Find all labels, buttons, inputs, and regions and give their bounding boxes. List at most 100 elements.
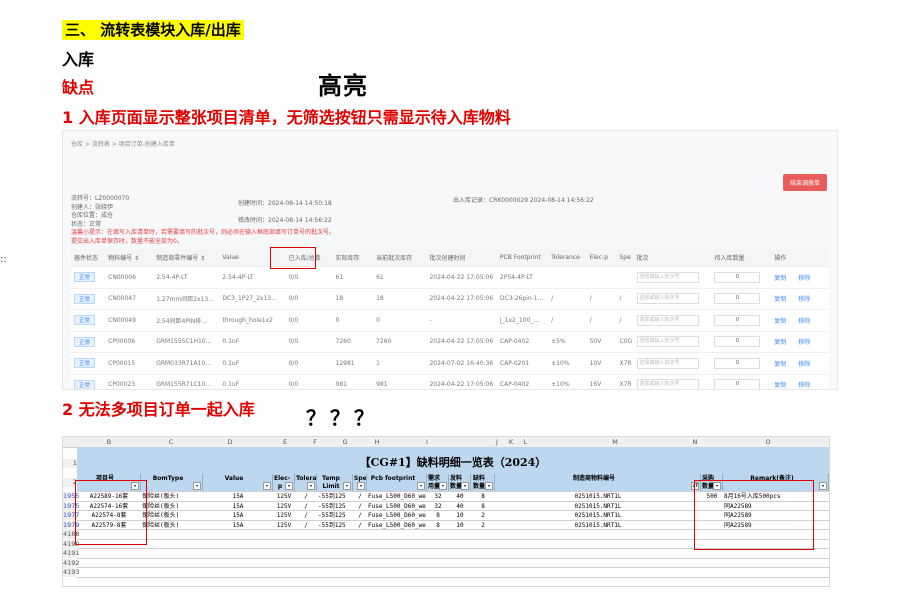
sheet-cell-spe[interactable]: / bbox=[354, 492, 366, 501]
filter-dropdown-icon[interactable]: ▾ bbox=[285, 482, 293, 490]
sheet-cell-need[interactable]: 32 bbox=[428, 492, 448, 501]
column-letter[interactable]: B bbox=[103, 438, 115, 446]
qty-stepper[interactable]: 0 bbox=[714, 336, 761, 348]
remove-link[interactable]: 移除 bbox=[798, 361, 810, 368]
col-mpn[interactable]: 制造商零件编号 ⇕ bbox=[153, 249, 220, 267]
sheet-cell-tol[interactable]: / bbox=[296, 521, 316, 530]
sheet-cell-spe[interactable]: / bbox=[354, 521, 366, 530]
sheet-cell-temp[interactable]: -55到125 bbox=[318, 502, 352, 511]
filter-dropdown-icon[interactable]: ▾ bbox=[439, 482, 447, 490]
sheet-cell-tol[interactable]: / bbox=[296, 502, 316, 511]
batch-select[interactable]: 选择或输入批次号 bbox=[636, 379, 699, 389]
qty-stepper[interactable]: 0 bbox=[714, 271, 761, 283]
sheet-cell-fp[interactable]: Fuse_L500_D60_weld bbox=[368, 511, 426, 520]
sheet-cell-mpn[interactable]: 0251015.NRT1L bbox=[496, 492, 700, 501]
filter-dropdown-icon[interactable]: ▾ bbox=[485, 482, 493, 490]
qty-stepper[interactable]: 0 bbox=[714, 379, 761, 389]
sheet-cell-mpn[interactable]: 0251015.NRT1L bbox=[496, 511, 700, 520]
column-letter[interactable]: I bbox=[421, 438, 433, 446]
sheet-cell-need[interactable]: 8 bbox=[428, 511, 448, 520]
row-number[interactable]: 4193 bbox=[63, 568, 80, 577]
sheet-cell-elec[interactable]: 125V bbox=[274, 502, 294, 511]
sheet-cell-temp[interactable]: -55到125 bbox=[318, 492, 352, 501]
remove-link[interactable]: 移除 bbox=[798, 382, 810, 389]
sheet-cell-elec[interactable]: 125V bbox=[274, 511, 294, 520]
column-letter[interactable]: L bbox=[519, 438, 531, 446]
column-letter[interactable]: G bbox=[339, 438, 351, 446]
batch-select[interactable]: 选择或输入批次号 bbox=[636, 314, 699, 326]
remove-link[interactable]: 移除 bbox=[798, 339, 810, 346]
sheet-cell-fp[interactable]: Fuse_L500_D60_weld bbox=[368, 492, 426, 501]
sheet-cell-need[interactable]: 32 bbox=[428, 502, 448, 511]
batch-select[interactable]: 选择或输入批次号 bbox=[636, 336, 699, 348]
copy-link[interactable]: 复制 bbox=[774, 275, 786, 282]
sheet-cell-bom[interactable]: 保险丝(板头) bbox=[142, 502, 202, 511]
column-letter[interactable]: E bbox=[279, 438, 291, 446]
end-transfer-button[interactable]: 结束调拨单 bbox=[782, 174, 827, 191]
copy-link[interactable]: 复制 bbox=[774, 296, 786, 303]
sheet-cell-spe[interactable]: / bbox=[354, 502, 366, 511]
sheet-cell-fp[interactable]: Fuse_L500_D60_weld bbox=[368, 521, 426, 530]
qty-stepper[interactable]: 0 bbox=[714, 314, 761, 326]
sheet-cell-issue[interactable]: 40 bbox=[450, 502, 470, 511]
column-letter[interactable]: H bbox=[371, 438, 383, 446]
sheet-cell-bom[interactable]: 保险丝(板头) bbox=[142, 492, 202, 501]
filter-dropdown-icon[interactable]: ▾ bbox=[193, 482, 201, 490]
copy-link[interactable]: 复制 bbox=[774, 382, 786, 389]
remove-link[interactable]: 移除 bbox=[798, 275, 810, 282]
sheet-cell-bom[interactable]: 保险丝(板头) bbox=[142, 521, 202, 530]
sheet-cell-issue[interactable]: 40 bbox=[450, 492, 470, 501]
filter-dropdown-icon[interactable]: ▾ bbox=[461, 482, 469, 490]
column-letter[interactable]: D bbox=[224, 438, 236, 446]
copy-link[interactable]: 复制 bbox=[774, 361, 786, 368]
batch-select[interactable]: 选择或输入批次号 bbox=[636, 357, 699, 369]
column-letter[interactable]: C bbox=[165, 438, 177, 446]
sheet-cell-short[interactable]: 8 bbox=[472, 502, 494, 511]
qty-stepper[interactable]: 0 bbox=[714, 357, 761, 369]
copy-link[interactable]: 复制 bbox=[774, 318, 786, 325]
sheet-cell-elec[interactable]: 125V bbox=[274, 492, 294, 501]
row-number[interactable]: 1 bbox=[63, 459, 77, 468]
sheet-cell-issue[interactable]: 10 bbox=[450, 511, 470, 520]
filter-dropdown-icon[interactable]: ▾ bbox=[819, 482, 827, 490]
sheet-cell-bom[interactable]: 保险丝(板头) bbox=[142, 511, 202, 520]
sheet-cell-val[interactable]: 15A bbox=[204, 521, 272, 530]
column-letter[interactable]: K bbox=[505, 438, 517, 446]
sheet-cell-val[interactable]: 15A bbox=[204, 511, 272, 520]
sheet-cell-spe[interactable]: / bbox=[354, 511, 366, 520]
column-letter[interactable]: N bbox=[689, 438, 701, 446]
remove-link[interactable]: 移除 bbox=[798, 318, 810, 325]
filter-dropdown-icon[interactable]: ▾ bbox=[343, 482, 351, 490]
row-number[interactable]: 4192 bbox=[63, 558, 80, 568]
sheet-cell-need[interactable]: 8 bbox=[428, 521, 448, 530]
row-number[interactable]: 4191 bbox=[63, 549, 80, 558]
filter-dropdown-icon[interactable]: ▾ bbox=[417, 482, 425, 490]
copy-link[interactable]: 复制 bbox=[774, 339, 786, 346]
sheet-cell-tol[interactable]: / bbox=[296, 511, 316, 520]
sheet-cell-val[interactable]: 15A bbox=[204, 502, 272, 511]
sheet-cell-temp[interactable]: -55到125 bbox=[318, 511, 352, 520]
sheet-cell-issue[interactable]: 10 bbox=[450, 521, 470, 530]
sheet-cell-short[interactable]: 2 bbox=[472, 511, 494, 520]
sheet-cell-mpn[interactable]: 0251015.NRT1L bbox=[496, 521, 700, 530]
remove-link[interactable]: 移除 bbox=[798, 296, 810, 303]
column-letter[interactable]: J bbox=[491, 438, 503, 446]
filter-dropdown-icon[interactable]: ▾ bbox=[357, 482, 365, 490]
sheet-cell-tol[interactable]: / bbox=[296, 492, 316, 501]
sheet-cell-val[interactable]: 15A bbox=[204, 492, 272, 501]
batch-select[interactable]: 选择或输入批次号 bbox=[636, 271, 699, 283]
sheet-cell-temp[interactable]: -55到125 bbox=[318, 521, 352, 530]
breadcrumb[interactable]: 仓库 > 流转表 > 项目订单-创建入库单 bbox=[71, 139, 175, 148]
column-letter[interactable]: F bbox=[309, 438, 321, 446]
filter-dropdown-icon[interactable]: ▾ bbox=[307, 482, 315, 490]
qty-stepper[interactable]: 0 bbox=[714, 293, 761, 305]
sheet-cell-short[interactable]: 8 bbox=[472, 492, 494, 501]
filter-dropdown-icon[interactable]: ▾ bbox=[263, 482, 271, 490]
sheet-cell-short[interactable]: 2 bbox=[472, 521, 494, 530]
col-code[interactable]: 物料编号 ⇕ bbox=[105, 249, 154, 267]
sheet-cell-elec[interactable]: 125V bbox=[274, 521, 294, 530]
column-letter[interactable]: O bbox=[762, 438, 774, 446]
batch-select[interactable]: 选择或输入批次号 bbox=[636, 293, 699, 305]
sheet-cell-mpn[interactable]: 0251015.NRT1L bbox=[496, 502, 700, 511]
sheet-cell-fp[interactable]: Fuse_L500_D60_weld bbox=[368, 502, 426, 511]
